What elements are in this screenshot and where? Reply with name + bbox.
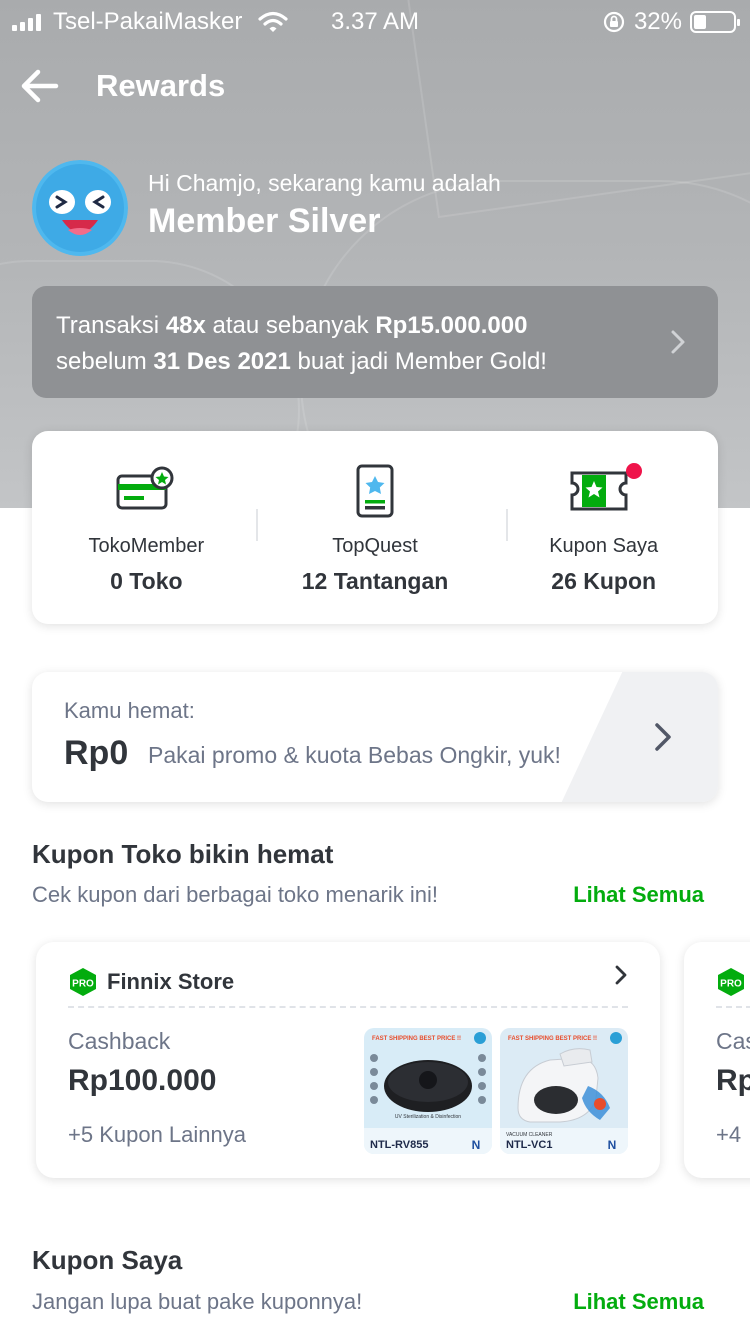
back-arrow-icon[interactable]: [18, 64, 62, 108]
stat-kupon-saya[interactable]: Kupon Saya 26 Kupon: [489, 431, 718, 624]
product-thumbnail-vacuum-cleaner[interactable]: FAST SHIPPING BEST PRICE !! VACUUM CLEAN…: [500, 1028, 628, 1154]
dashed-divider: [68, 1006, 628, 1008]
target-line-1: Transaksi 48x atau sebanyak Rp15.000.000: [56, 312, 528, 339]
stat-tokomember[interactable]: TokoMember 0 Toko: [32, 431, 261, 624]
stat-value: 26 Kupon: [551, 568, 657, 594]
svg-text:UV Sterilization & Disinfectio: UV Sterilization & Disinfection: [395, 1114, 461, 1120]
page-title: Rewards: [96, 68, 226, 103]
product-thumbnail-robot-vacuum[interactable]: FAST SHIPPING BEST PRICE !! UV Steriliza…: [364, 1028, 492, 1154]
quest-scroll-icon: [356, 464, 394, 518]
section-title-kupon-toko: Kupon Toko bikin hemat: [32, 839, 334, 869]
membership-target-banner[interactable]: Transaksi 48x atau sebanyak Rp15.000.000…: [32, 286, 718, 398]
savings-card[interactable]: Kamu hemat: Rp0 Pakai promo & kuota Beba…: [32, 672, 718, 802]
avatar: [32, 160, 128, 256]
target-amount: Rp15.000.000: [375, 312, 528, 339]
pro-badge-icon: PRO: [718, 968, 744, 996]
store-name: Finnix Store: [107, 969, 235, 994]
store-row: PRO Finnix Store: [68, 960, 628, 1004]
chevron-right-icon: [671, 330, 685, 354]
target-line-2: sebelum 31 Des 2021 buat jadi Member Gol…: [56, 348, 547, 375]
savings-label: Kamu hemat:: [64, 698, 195, 723]
see-all-kupon-toko-link[interactable]: Lihat Semua: [573, 882, 704, 908]
store-coupon-card[interactable]: PRO Cas Rp +4: [684, 942, 750, 1178]
svg-text:N: N: [608, 1138, 617, 1152]
store-coupon-card[interactable]: PRO Finnix Store Cashback Rp100.000 +5 K…: [36, 942, 660, 1178]
target-date: 31 Des 2021: [153, 348, 291, 375]
rewards-stats-card: TokoMember 0 Toko TopQuest 12 Tantangan: [32, 431, 718, 624]
coupon-amount: Rp100.000: [68, 1064, 217, 1097]
stat-topquest[interactable]: TopQuest 12 Tantangan: [261, 431, 490, 624]
stat-value: 12 Tantangan: [301, 568, 449, 594]
svg-text:FAST SHIPPING BEST PRICE !!: FAST SHIPPING BEST PRICE !!: [372, 1036, 461, 1042]
svg-text:N: N: [472, 1138, 481, 1152]
stat-label: TopQuest: [332, 535, 418, 557]
svg-text:FAST SHIPPING BEST PRICE !!: FAST SHIPPING BEST PRICE !!: [508, 1036, 597, 1042]
coupon-ticket-icon: [570, 463, 642, 511]
member-level: Member Silver: [148, 202, 381, 240]
divider: [256, 509, 258, 541]
more-coupons: +5 Kupon Lainnya: [68, 1122, 246, 1147]
svg-text:VACUUM CLEANER: VACUUM CLEANER: [506, 1132, 553, 1138]
status-bar: Tsel-PakaiMasker 3.37 AM 32%: [0, 0, 750, 40]
svg-text:PRO: PRO: [72, 979, 94, 990]
savings-description: Pakai promo & kuota Bebas Ongkir, yuk!: [148, 742, 561, 768]
stat-label: Kupon Saya: [549, 535, 659, 557]
store-row: PRO: [716, 960, 750, 1004]
member-greeting: Hi Chamjo, sekarang kamu adalah: [148, 170, 501, 196]
dashed-divider: [716, 1006, 750, 1008]
svg-text:NTL-RV855: NTL-RV855: [370, 1139, 428, 1151]
coupon-type: Cashback: [68, 1028, 171, 1054]
savings-amount: Rp0: [64, 734, 129, 772]
chevron-right-icon[interactable]: [614, 964, 628, 986]
stat-label: TokoMember: [88, 535, 205, 557]
see-all-kupon-saya-link[interactable]: Lihat Semua: [573, 1289, 704, 1315]
svg-text:NTL-VC1: NTL-VC1: [506, 1139, 552, 1151]
notification-dot: [625, 463, 642, 479]
page-header: Rewards: [0, 56, 750, 116]
stat-value: 0 Toko: [110, 568, 183, 594]
member-card-icon: [116, 466, 174, 510]
target-count: 48x: [165, 312, 206, 339]
section-subtitle-kupon-toko: Cek kupon dari berbagai toko menarik ini…: [32, 882, 439, 907]
rewards-page: Tsel-PakaiMasker 3.37 AM 32% Rewards Hi …: [0, 0, 750, 1334]
battery-icon: [690, 11, 740, 33]
coupon-amount: Rp: [716, 1064, 750, 1097]
pro-badge-icon: PRO: [70, 968, 96, 996]
orientation-lock-icon: [603, 11, 625, 33]
svg-text:PRO: PRO: [720, 979, 742, 990]
decorative-stripe: [561, 672, 718, 802]
battery-percent: 32%: [633, 8, 682, 35]
coupon-type: Cas: [716, 1028, 750, 1054]
more-coupons: +4: [716, 1122, 742, 1147]
chevron-right-icon: [655, 723, 671, 751]
section-title-kupon-saya: Kupon Saya: [32, 1245, 183, 1275]
section-subtitle-kupon-saya: Jangan lupa buat pake kuponnya!: [32, 1289, 363, 1314]
